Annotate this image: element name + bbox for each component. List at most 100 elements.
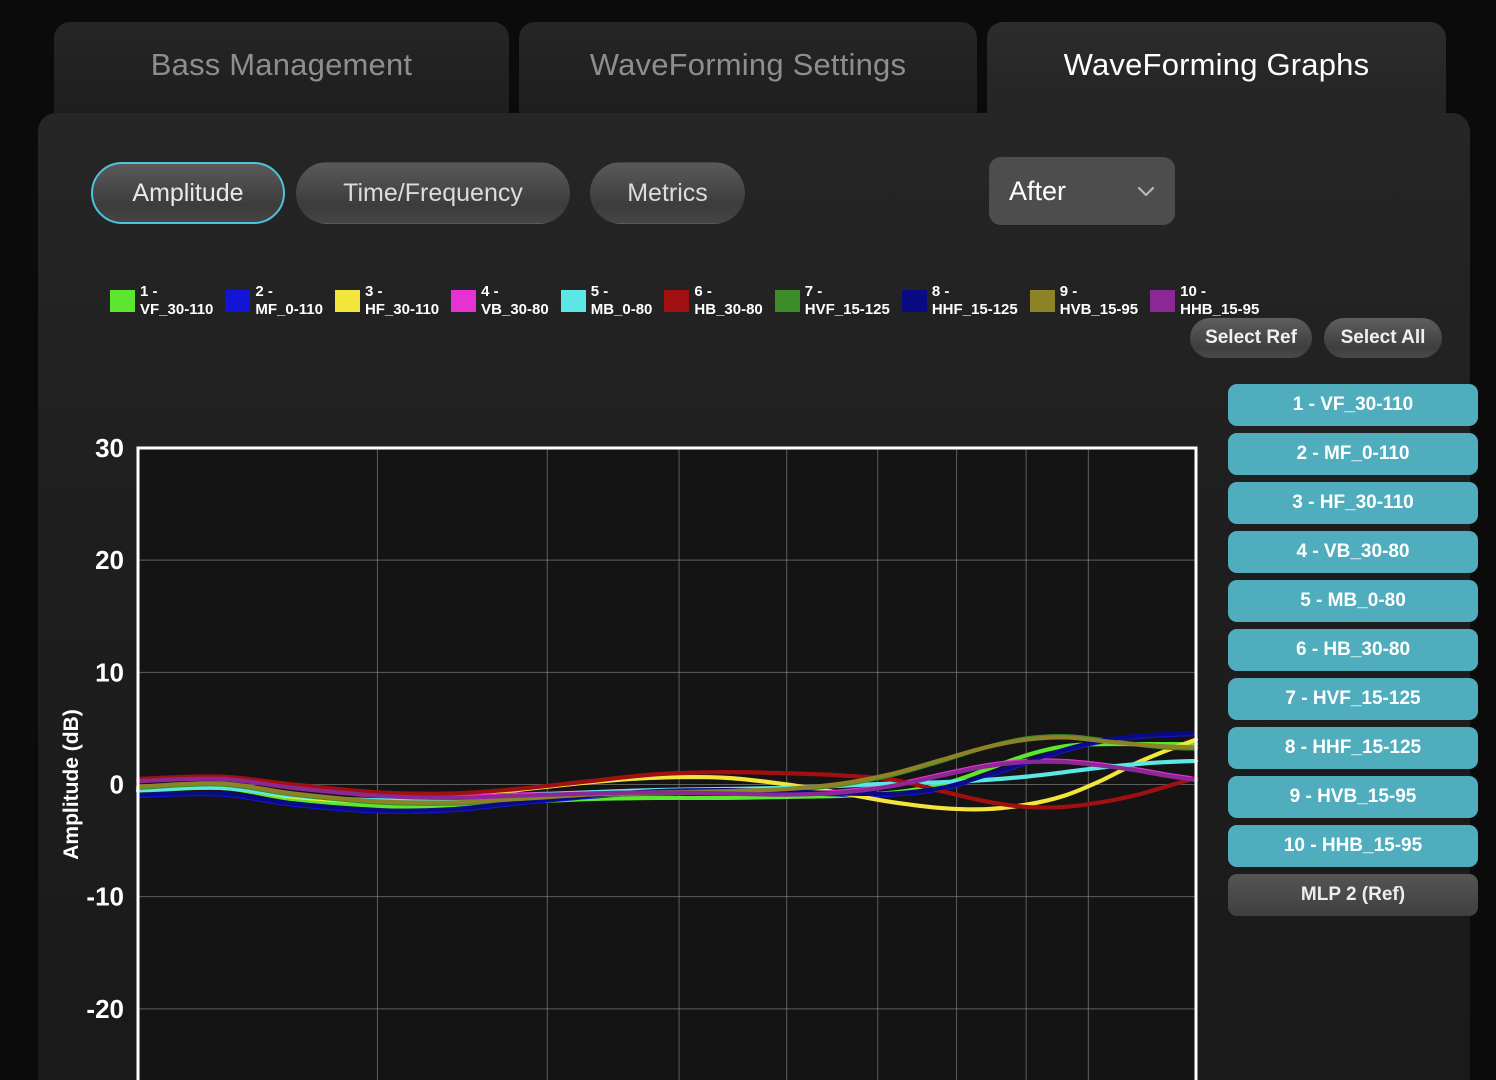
view-button-label: Time/Frequency: [343, 178, 523, 207]
measurement-state-dropdown[interactable]: After: [989, 157, 1175, 225]
measurement-button[interactable]: 8 - HHF_15-125: [1228, 727, 1478, 769]
y-axis-tick-label: 30: [95, 433, 124, 463]
legend-name: HB_30-80: [694, 301, 763, 318]
legend-item: 10 - HHB_15-95: [1150, 283, 1259, 318]
measurement-button-label: 1 - VF_30-110: [1292, 394, 1414, 415]
measurement-button[interactable]: 5 - MB_0-80: [1228, 580, 1478, 622]
y-axis-tick-label: -10: [86, 882, 124, 912]
legend-label: 9 - HVB_15-95: [1060, 283, 1138, 318]
plot-background: [138, 448, 1196, 1080]
legend-name: MF_0-110: [255, 301, 323, 318]
view-button-label: Metrics: [627, 178, 708, 207]
legend-label: 10 - HHB_15-95: [1180, 283, 1259, 318]
amplitude-chart: -30-20-1001020302030405060708090100120Fr…: [38, 326, 1218, 1080]
measurement-button-label: 2 - MF_0-110: [1296, 443, 1410, 464]
legend-color-swatch: [451, 290, 477, 312]
measurement-button[interactable]: 4 - VB_30-80: [1228, 531, 1478, 573]
tab-bass-management[interactable]: Bass Management: [54, 22, 509, 118]
measurement-rail: Select Ref Select All 1 - VF_30-110 2 - M…: [1190, 318, 1478, 1058]
measurement-button[interactable]: 6 - HB_30-80: [1228, 629, 1478, 671]
measurement-button[interactable]: 3 - HF_30-110: [1228, 482, 1478, 524]
measurement-button-label: 5 - MB_0-80: [1300, 590, 1406, 611]
view-button-time-frequency[interactable]: Time/Frequency: [296, 162, 570, 224]
legend-name: HHB_15-95: [1180, 301, 1260, 318]
app-root: Bass Management WaveForming Settings Wav…: [0, 0, 1496, 1080]
legend-name: HHF_15-125: [931, 301, 1018, 318]
legend-name: VB_30-80: [481, 301, 549, 318]
measurement-button[interactable]: 1 - VF_30-110: [1228, 384, 1478, 426]
legend-label: 5 - MB_0-80: [591, 283, 653, 318]
tab-waveforming-settings[interactable]: WaveForming Settings: [519, 22, 977, 118]
legend-index: 10 -: [1180, 283, 1206, 301]
measurement-button-label: 9 - HVB_15-95: [1289, 786, 1417, 807]
y-axis-tick-label: 10: [95, 657, 124, 687]
legend-label: 1 - VF_30-110: [140, 283, 213, 318]
legend-item: 2 - MF_0-110: [225, 283, 323, 318]
legend-label: 7 - HVF_15-125: [805, 283, 890, 318]
legend-index: 1 -: [140, 283, 158, 301]
reference-button[interactable]: MLP 2 (Ref): [1228, 874, 1478, 916]
measurement-button[interactable]: 10 - HHB_15-95: [1228, 825, 1478, 867]
select-ref-label: Select Ref: [1205, 327, 1297, 348]
tab-label: Bass Management: [150, 47, 413, 82]
legend-index: 6 -: [694, 283, 712, 301]
legend-item: 6 - HB_30-80: [664, 283, 763, 318]
legend-item: 4 - VB_30-80: [451, 283, 549, 318]
legend-name: VF_30-110: [140, 301, 214, 318]
select-all-button[interactable]: Select All: [1324, 318, 1442, 358]
legend-item: 7 - HVF_15-125: [774, 283, 890, 318]
legend-name: HF_30-110: [364, 301, 440, 318]
measurement-button-label: 3 - HF_30-110: [1292, 492, 1414, 513]
measurement-button-label: 10 - HHB_15-95: [1283, 835, 1423, 856]
view-button-metrics[interactable]: Metrics: [590, 162, 745, 224]
tab-label: WaveForming Settings: [589, 47, 907, 82]
legend-index: 8 -: [931, 283, 950, 301]
legend-color-swatch: [560, 290, 586, 312]
legend-item: 1 - VF_30-110: [110, 283, 213, 318]
tab-waveforming-graphs[interactable]: WaveForming Graphs: [987, 22, 1446, 118]
view-button-amplitude[interactable]: Amplitude: [91, 162, 285, 224]
legend-color-swatch: [110, 290, 135, 312]
measurement-button-label: 7 - HVF_15-125: [1285, 688, 1421, 709]
legend-item: 5 - MB_0-80: [560, 283, 653, 318]
select-ref-button[interactable]: Select Ref: [1190, 318, 1312, 358]
view-button-label: Amplitude: [132, 178, 244, 207]
legend-item: 8 - HHF_15-125: [901, 283, 1018, 318]
legend-item: 9 - HVB_15-95: [1029, 283, 1138, 318]
measurement-button-label: 8 - HHF_15-125: [1284, 737, 1422, 758]
measurement-button-list: 1 - VF_30-110 2 - MF_0-110 3 - HF_30-110 4 …: [1228, 384, 1478, 923]
legend-index: 3 -: [364, 283, 383, 301]
legend-item: 3 - HF_30-110: [334, 283, 439, 318]
measurement-button[interactable]: 9 - HVB_15-95: [1228, 776, 1478, 818]
legend-index: 4 -: [481, 283, 499, 301]
legend-index: 5 -: [590, 283, 609, 301]
legend-color-swatch: [901, 290, 927, 312]
measurement-button[interactable]: 7 - HVF_15-125: [1228, 678, 1478, 720]
y-axis-title: Amplitude (dB): [60, 709, 83, 859]
legend-name: HVB_15-95: [1059, 301, 1139, 318]
legend-index: 7 -: [804, 283, 823, 301]
legend-index: 2 -: [255, 283, 273, 301]
legend-color-swatch: [1150, 290, 1176, 312]
dropdown-value: After: [1009, 175, 1067, 206]
legend-label: 8 - HHF_15-125: [932, 283, 1018, 318]
measurement-button-label: MLP 2 (Ref): [1300, 884, 1406, 905]
view-toolbar: Amplitude Time/Frequency Metrics After: [38, 113, 1470, 243]
measurement-button-label: 4 - VB_30-80: [1296, 541, 1410, 562]
measurement-button[interactable]: 2 - MF_0-110: [1228, 433, 1478, 475]
select-all-label: Select All: [1340, 327, 1426, 348]
y-axis-tick-label: -20: [86, 994, 124, 1024]
y-axis-tick-label: 0: [110, 770, 124, 800]
legend-color-swatch: [664, 290, 690, 312]
chart-canvas: -30-20-1001020302030405060708090100120Fr…: [60, 433, 1199, 1080]
legend-name: MB_0-80: [590, 301, 653, 318]
legend-color-swatch: [1029, 290, 1055, 312]
legend-index: 9 -: [1059, 283, 1078, 301]
legend-label: 3 - HF_30-110: [365, 283, 439, 318]
main-panel: Amplitude Time/Frequency Metrics After 1…: [38, 113, 1478, 1080]
y-axis-tick-label: 20: [95, 545, 124, 575]
tab-label: WaveForming Graphs: [1063, 47, 1370, 82]
legend-color-swatch: [774, 290, 800, 312]
chevron-down-icon: [1135, 180, 1157, 202]
chart-legend: 1 - VF_30-110 2 - MF_0-110 3 - HF_30-110 4 - VB…: [110, 275, 1259, 327]
